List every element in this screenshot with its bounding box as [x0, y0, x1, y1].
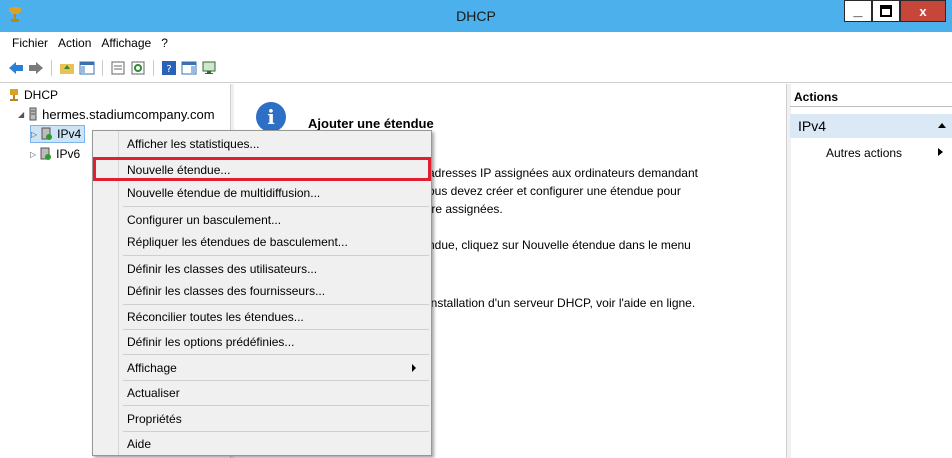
info-icon: i — [256, 102, 286, 132]
menu-item-afficher-statistiques[interactable]: Afficher les statistiques... — [119, 133, 431, 155]
properties-icon[interactable] — [110, 60, 126, 76]
tree-item-server[interactable]: ◢ hermes.stadiumcompany.com — [18, 105, 218, 123]
actions-section-ipv4[interactable]: IPv4 — [790, 114, 952, 138]
server-icon — [29, 107, 37, 121]
tree-item-dhcp[interactable]: DHCP — [8, 86, 58, 104]
menu-item-options-predefinies[interactable]: Définir les options prédéfinies... — [119, 331, 431, 353]
tree-item-ipv4[interactable]: ▷ IPv4 — [30, 125, 86, 143]
restore-icon — [880, 5, 892, 17]
menu-item-classes-fournisseurs[interactable]: Définir les classes des fournisseurs... — [119, 280, 431, 302]
menu-separator — [123, 329, 429, 330]
menu-item-affichage[interactable]: Affichage — [119, 357, 431, 379]
menu-separator — [123, 431, 429, 432]
collapsed-arrow-icon[interactable]: ▷ — [31, 130, 37, 139]
menu-separator — [123, 304, 429, 305]
content-line: tre assignées. — [428, 202, 503, 216]
content-line: adresses IP assignées aux ordinateurs de… — [428, 166, 698, 180]
actions-pane: Actions IPv4 Autres actions — [790, 84, 952, 458]
minimize-icon: _ — [853, 2, 863, 19]
menu-action[interactable]: Action — [58, 36, 91, 54]
ipv6-icon — [40, 147, 52, 160]
collapsed-arrow-icon[interactable]: ▷ — [30, 150, 36, 159]
menu-separator — [123, 354, 429, 355]
menu-item-repliquer-etendues[interactable]: Répliquer les étendues de basculement... — [119, 231, 431, 253]
toolbar-divider — [0, 82, 952, 83]
tree-item-ipv6[interactable]: ▷ IPv6 — [30, 145, 80, 163]
console-tree-icon[interactable] — [79, 60, 95, 76]
action-pane-icon[interactable] — [181, 60, 197, 76]
menu-help[interactable]: ? — [161, 36, 168, 54]
submenu-arrow-icon — [938, 148, 943, 156]
title-bar: DHCP _ x — [0, 0, 952, 32]
forward-arrow-icon[interactable] — [28, 60, 44, 76]
refresh-icon[interactable] — [130, 60, 146, 76]
ipv4-icon — [41, 127, 53, 140]
close-button[interactable]: x — [900, 0, 946, 22]
window-title: DHCP — [456, 8, 496, 24]
content-line: ndue, cliquez sur Nouvelle étendue dans … — [428, 238, 691, 252]
menu-item-actualiser[interactable]: Actualiser — [119, 382, 431, 404]
menu-bar: Fichier Action Affichage ? — [0, 36, 168, 54]
menu-item-reconcilier-etendues[interactable]: Réconcilier toutes les étendues... — [119, 306, 431, 328]
collapse-arrow-icon[interactable] — [938, 123, 946, 128]
up-folder-icon[interactable] — [59, 60, 75, 76]
actions-section-label: IPv4 — [798, 118, 827, 134]
toolbar: ? — [8, 58, 217, 78]
close-icon: x — [919, 3, 927, 19]
menu-item-classes-utilisateurs[interactable]: Définir les classes des utilisateurs... — [119, 258, 431, 280]
other-actions-link[interactable]: Autres actions — [826, 146, 902, 160]
menu-affichage[interactable]: Affichage — [101, 36, 151, 54]
help-icon[interactable]: ? — [161, 60, 177, 76]
tree-item-label: IPv4 — [57, 127, 82, 141]
menu-separator — [123, 255, 429, 256]
tree-item-label: DHCP — [24, 88, 59, 102]
menu-separator — [123, 206, 429, 207]
maximize-button[interactable] — [872, 0, 900, 22]
minimize-button[interactable]: _ — [844, 0, 872, 22]
content-heading: Ajouter une étendue — [308, 116, 434, 131]
menu-fichier[interactable]: Fichier — [12, 36, 48, 54]
menu-separator — [123, 405, 429, 406]
content-line: ous devez créer et configurer une étendu… — [428, 184, 681, 198]
monitor-icon[interactable] — [201, 60, 217, 76]
toolbar-separator — [153, 60, 154, 76]
toolbar-separator — [102, 60, 103, 76]
tree-item-label: IPv6 — [56, 147, 81, 161]
content-line: installation d'un serveur DHCP, voir l'a… — [428, 296, 696, 310]
actions-header: Actions — [790, 90, 952, 107]
dhcp-root-icon — [10, 89, 18, 101]
svg-text:?: ? — [166, 64, 171, 75]
menu-separator — [123, 380, 429, 381]
menu-item-aide[interactable]: Aide — [119, 433, 431, 455]
menu-item-nouvelle-etendue-multidiffusion[interactable]: Nouvelle étendue de multidiffusion... — [119, 182, 431, 204]
menu-item-configurer-basculement[interactable]: Configurer un basculement... — [119, 209, 431, 231]
menu-item-proprietes[interactable]: Propriétés — [119, 408, 431, 430]
back-arrow-icon[interactable] — [8, 60, 24, 76]
submenu-arrow-icon — [412, 364, 416, 372]
highlight-box — [93, 157, 431, 181]
expanded-arrow-icon[interactable]: ◢ — [18, 110, 24, 119]
toolbar-separator — [51, 60, 52, 76]
tree-item-label: hermes.stadiumcompany.com — [42, 106, 215, 122]
